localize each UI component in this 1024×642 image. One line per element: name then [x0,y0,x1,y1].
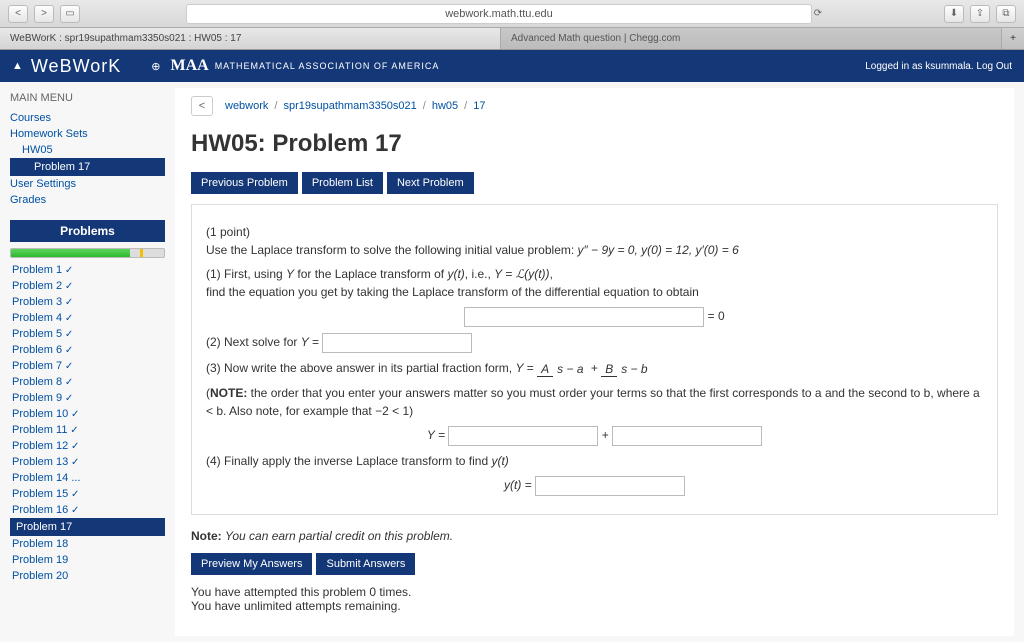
tab-bar: WeBWorK : spr19supathmam3350s021 : HW05 … [0,28,1024,50]
browser-toolbar: < > ▭ webwork.math.ttu.edu ⟳ ⬇ ⇪ ⧉ [0,0,1024,28]
submit-answers-button[interactable]: Submit Answers [316,553,415,575]
problem-link-16[interactable]: Problem 16 [10,502,165,518]
tabs-icon[interactable]: ⧉ [996,5,1016,23]
answer-input-4[interactable] [535,476,685,496]
problem-link-6[interactable]: Problem 6 [10,342,165,358]
nav-user-settings[interactable]: User Settings [10,176,165,192]
bc-problem[interactable]: 17 [473,100,485,112]
preview-answers-button[interactable]: Preview My Answers [191,553,312,575]
webwork-logo: WeBWorK [31,56,121,77]
bc-webwork[interactable]: webwork [225,100,268,112]
problems-header: Problems [10,220,165,242]
problem-link-19[interactable]: Problem 19 [10,552,165,568]
attempts-line-1: You have attempted this problem 0 times. [191,585,998,599]
problem-list-button[interactable]: Problem List [302,172,383,194]
answer-input-2[interactable] [322,333,472,353]
nav-courses[interactable]: Courses [10,110,165,126]
main-content: < webwork/ spr19supathmam3350s021/ hw05/… [175,88,1014,636]
problem-link-10[interactable]: Problem 10 [10,406,165,422]
url-field[interactable]: webwork.math.ttu.edu [186,4,812,24]
attempts-line-2: You have unlimited attempts remaining. [191,599,998,613]
main-menu-label: MAIN MENU [10,92,165,104]
answer-input-1[interactable] [464,307,704,327]
tab-webwork[interactable]: WeBWorK : spr19supathmam3350s021 : HW05 … [0,28,501,49]
page-title: HW05: Problem 17 [191,130,998,158]
forward-button[interactable]: > [34,5,54,23]
problem-link-1[interactable]: Problem 1 [10,262,165,278]
back-button[interactable]: < [8,5,28,23]
problem-link-2[interactable]: Problem 2 [10,278,165,294]
problem-link-18[interactable]: Problem 18 [10,536,165,552]
problem-link-17[interactable]: Problem 17 [10,518,165,536]
nav-problem-17[interactable]: Problem 17 [10,158,165,176]
login-status[interactable]: Logged in as ksummala. Log Out [865,61,1012,72]
problem-link-12[interactable]: Problem 12 [10,438,165,454]
problem-link-9[interactable]: Problem 9 [10,390,165,406]
problem-link-13[interactable]: Problem 13 [10,454,165,470]
problem-link-7[interactable]: Problem 7 [10,358,165,374]
new-tab-button[interactable]: + [1002,28,1024,49]
problem-link-4[interactable]: Problem 4 [10,310,165,326]
bc-set[interactable]: hw05 [432,100,458,112]
problem-link-3[interactable]: Problem 3 [10,294,165,310]
problem-link-15[interactable]: Problem 15 [10,486,165,502]
tab-chegg[interactable]: Advanced Math question | Chegg.com [501,28,1002,49]
download-icon[interactable]: ⬇ [944,5,964,23]
reload-button[interactable]: ⟳ [808,5,828,23]
sidebar: MAIN MENU Courses Homework Sets HW05 Pro… [10,88,175,636]
answer-input-3a[interactable] [448,426,598,446]
previous-problem-button[interactable]: Previous Problem [191,172,298,194]
problem-link-11[interactable]: Problem 11 [10,422,165,438]
maa-logo: MAA [170,57,208,75]
progress-bar [10,248,165,258]
nav-hw05[interactable]: HW05 [10,142,165,158]
sidebar-button[interactable]: ▭ [60,5,80,23]
problem-link-20[interactable]: Problem 20 [10,568,165,584]
nav-grades[interactable]: Grades [10,192,165,208]
breadcrumb: < webwork/ spr19supathmam3350s021/ hw05/… [191,96,998,116]
problem-link-5[interactable]: Problem 5 [10,326,165,342]
site-header: ▲ WeBWorK ⊕ MAA MATHEMATICAL ASSOCIATION… [0,50,1024,82]
share-icon[interactable]: ⇪ [970,5,990,23]
problem-link-14[interactable]: Problem 14 [10,470,165,486]
next-problem-button[interactable]: Next Problem [387,172,474,194]
problem-body: (1 point) Use the Laplace transform to s… [191,204,998,515]
problem-link-8[interactable]: Problem 8 [10,374,165,390]
bc-course[interactable]: spr19supathmam3350s021 [283,100,416,112]
nav-homework-sets[interactable]: Homework Sets [10,126,165,142]
breadcrumb-back-button[interactable]: < [191,96,213,116]
answer-input-3b[interactable] [612,426,762,446]
